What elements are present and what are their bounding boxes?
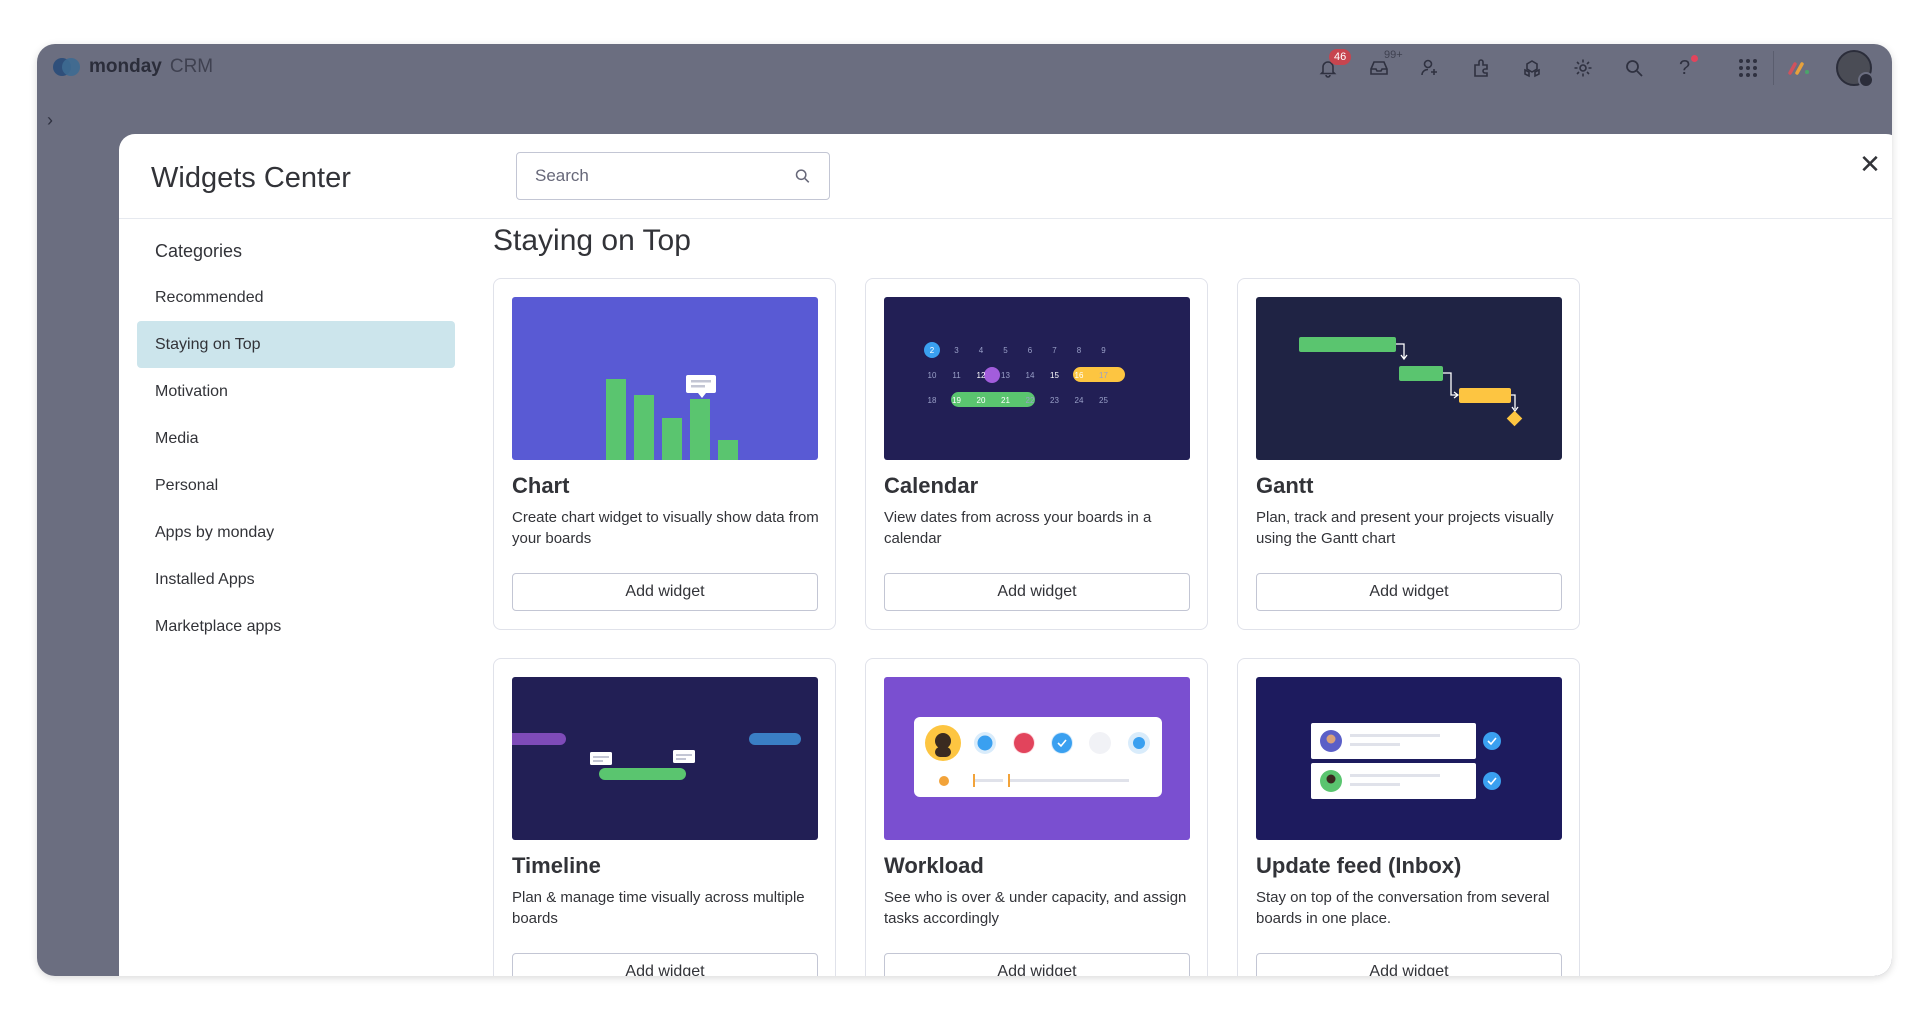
calendar-day-number: 3: [954, 346, 959, 355]
add-widget-button[interactable]: Add widget: [1256, 573, 1562, 611]
widgets-center-modal: Widgets Center ✕ Categories Recommended …: [119, 134, 1892, 976]
brand-product: CRM: [169, 56, 214, 77]
calendar-day-number: 20: [977, 396, 986, 405]
top-icons: 46 99+ ?: [1302, 49, 1874, 88]
calendar-day-number: 7: [1052, 346, 1057, 355]
add-widget-button[interactable]: Add widget: [884, 953, 1190, 976]
grid-icon[interactable]: [1722, 51, 1773, 85]
calendar-day-number: 25: [1099, 396, 1108, 405]
calendar-day-number: 15: [1050, 371, 1059, 380]
apps-icon[interactable]: [1506, 51, 1557, 85]
search-box[interactable]: [516, 152, 830, 200]
calendar-day-number: 9: [1101, 346, 1106, 355]
calendar-day-number: 21: [1001, 396, 1010, 405]
avatar[interactable]: [1836, 50, 1874, 88]
bell-icon[interactable]: 46: [1302, 49, 1353, 85]
widgets-content: Staying on Top Chart Create chart widget…: [493, 224, 1892, 976]
widget-description: Plan & manage time visually across multi…: [512, 889, 805, 927]
calendar-day-number: 14: [1026, 371, 1035, 380]
widget-title: Calendar: [884, 473, 979, 498]
settings-icon[interactable]: [1557, 51, 1608, 85]
widget-title: Gantt: [1256, 473, 1314, 498]
widget-card-chart: Chart Create chart widget to visually sh…: [493, 278, 836, 630]
add-widget-button[interactable]: Add widget: [1256, 953, 1562, 976]
search-icon: [795, 169, 810, 183]
app-window: monday CRM 46 99+ ? › Widgets Center Sea…: [37, 44, 1892, 976]
modal-title: Widgets Center: [151, 162, 351, 194]
calendar-day-number: 16: [1075, 371, 1084, 380]
inbox-icon[interactable]: 99+: [1353, 49, 1404, 85]
calendar-day-number: 13: [1001, 371, 1010, 380]
category-staying-on-top[interactable]: Staying on Top: [137, 321, 455, 368]
widget-card-calendar: 2 3 4 5 6 7 8 9 10 11 12 13 14 15 16 17 18 19 20 21 22 23 24 25…: [865, 278, 1208, 630]
widget-description: Stay on top of the conversation from sev…: [1256, 889, 1550, 927]
add-widget-button[interactable]: Add widget: [512, 573, 818, 611]
calendar-day-number: 22: [1026, 396, 1035, 405]
help-dot-icon: [1691, 55, 1698, 62]
update-feed-thumbnail: [1256, 677, 1562, 840]
invite-icon[interactable]: [1404, 51, 1455, 85]
calendar-day-number: 24: [1075, 396, 1084, 405]
widget-card-timeline: Timeline Plan & manage time visually acr…: [493, 658, 836, 976]
widget-title: Timeline: [512, 853, 601, 878]
widget-card-workload: Workload See who is over & under capacit…: [865, 658, 1208, 976]
widget-title: Chart: [512, 473, 570, 498]
monday-logo-icon: [53, 57, 81, 77]
add-widget-button[interactable]: Add widget: [512, 953, 818, 976]
calendar-day-number: 8: [1077, 346, 1082, 355]
workload-thumbnail: [884, 677, 1190, 840]
widget-title: Update feed (Inbox): [1256, 853, 1462, 878]
close-icon: ✕: [1859, 148, 1881, 179]
help-icon[interactable]: ?: [1659, 51, 1710, 85]
widget-description: Create chart widget to visually show dat…: [512, 509, 819, 547]
search-input[interactable]: [535, 166, 795, 186]
search-icon[interactable]: [1608, 51, 1659, 85]
category-recommended[interactable]: Recommended: [137, 274, 455, 321]
categories-title: Categories: [155, 241, 243, 261]
add-widget-button[interactable]: Add widget: [884, 573, 1190, 611]
section-title: Staying on Top: [493, 224, 691, 257]
category-media[interactable]: Media: [137, 415, 455, 462]
gantt-thumbnail: [1256, 297, 1562, 460]
brand-logo[interactable]: monday CRM: [53, 56, 213, 78]
calendar-day-number: 19: [952, 396, 961, 405]
calendar-day-number: 18: [928, 396, 937, 405]
header-divider: [119, 218, 1892, 219]
category-apps-by-monday[interactable]: Apps by monday: [137, 509, 455, 556]
categories-sidebar: Categories Recommended Staying on Top Mo…: [137, 236, 455, 650]
brand-name: monday: [89, 56, 162, 77]
calendar-day-number: 12: [977, 371, 986, 380]
notifications-badge: 46: [1329, 49, 1352, 65]
category-motivation[interactable]: Motivation: [137, 368, 455, 415]
widget-card-gantt: Gantt Plan, track and present your proje…: [1237, 278, 1580, 630]
calendar-thumbnail: 2 3 4 5 6 7 8 9 10 11 12 13 14 15 16 17 18 19 20 21 22 23 24 25: [884, 297, 1190, 460]
top-bar: monday CRM 46 99+ ?: [37, 44, 1892, 90]
widget-description: See who is over & under capacity, and as…: [884, 889, 1187, 927]
category-marketplace-apps[interactable]: Marketplace apps: [137, 603, 455, 650]
calendar-day-number: 2: [930, 346, 935, 355]
calendar-day-number: 6: [1028, 346, 1033, 355]
calendar-day-number: 17: [1099, 371, 1108, 380]
timeline-thumbnail: [512, 677, 818, 840]
product-switcher-icon[interactable]: [1773, 51, 1824, 85]
category-personal[interactable]: Personal: [137, 462, 455, 509]
calendar-day-number: 4: [979, 346, 984, 355]
close-button[interactable]: ✕: [1852, 146, 1888, 182]
chevron-right-icon[interactable]: ›: [47, 110, 53, 131]
widget-description: View dates from across your boards in a …: [884, 509, 1152, 547]
widget-description: Plan, track and present your projects vi…: [1256, 509, 1554, 547]
widget-title: Workload: [884, 853, 984, 878]
calendar-day-number: 23: [1050, 396, 1059, 405]
chart-thumbnail: [512, 297, 818, 460]
widget-card-update-feed: Update feed (Inbox) Stay on top of the c…: [1237, 658, 1580, 976]
calendar-day-number: 10: [928, 371, 937, 380]
integrations-icon[interactable]: [1455, 51, 1506, 85]
calendar-day-number: 11: [952, 371, 961, 380]
calendar-day-number: 5: [1003, 346, 1008, 355]
category-installed-apps[interactable]: Installed Apps: [137, 556, 455, 603]
